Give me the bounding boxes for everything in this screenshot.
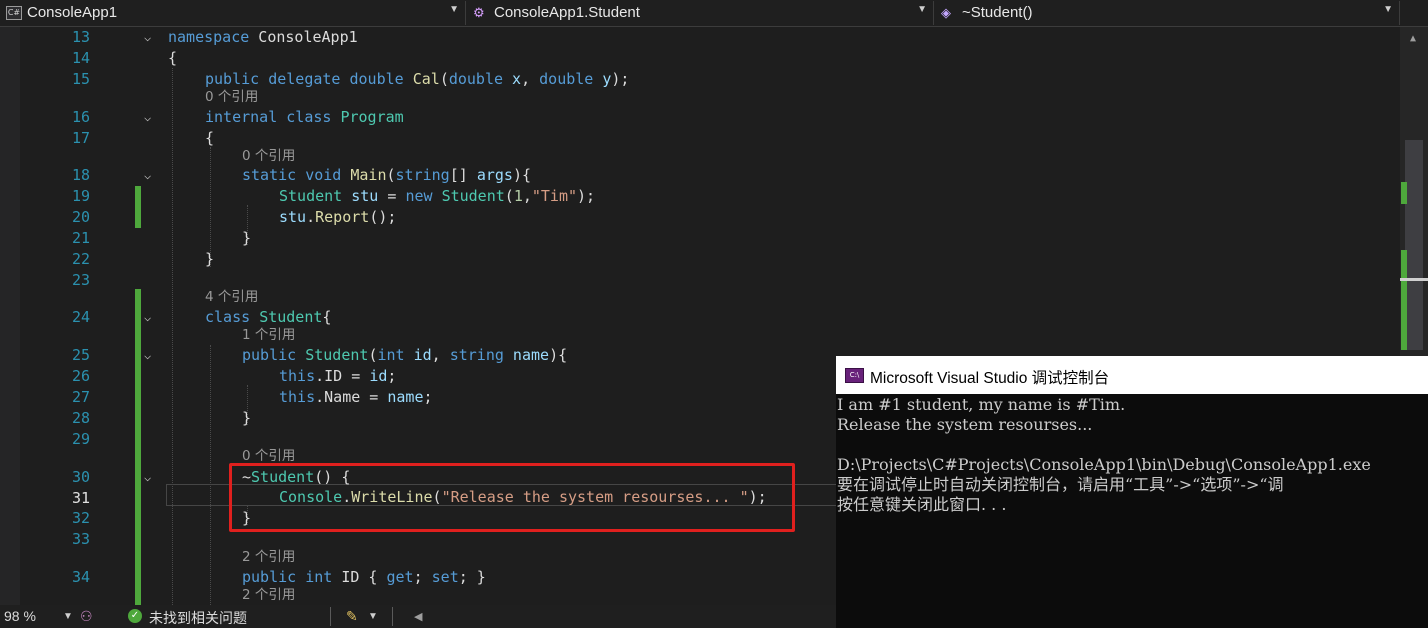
fold-toggle-icon[interactable]: ⌵: [144, 165, 151, 185]
line-number: 23: [71, 271, 90, 289]
check-circle-icon: ✓: [128, 609, 142, 623]
code-line-34: public int ID { get; set; }: [242, 568, 486, 586]
codelens-references[interactable]: 2 个引用: [242, 548, 295, 566]
line-number: 28: [71, 409, 90, 427]
line-number: 16: [71, 108, 90, 126]
indent-guide: [172, 68, 173, 605]
code-line-22: }: [205, 250, 215, 268]
code-line-24: class Student{: [205, 308, 332, 326]
line-number: 21: [71, 229, 90, 247]
line-number: 15: [71, 70, 90, 88]
line-number: 34: [71, 568, 90, 586]
code-line-19: Student stu = new Student(1,"Tim");: [279, 187, 596, 205]
divider: [392, 607, 393, 626]
codelens-references[interactable]: 2 个引用: [242, 586, 295, 604]
scroll-left-arrow-icon[interactable]: ◀: [414, 610, 422, 623]
codelens-references[interactable]: 0 个引用: [242, 147, 295, 165]
line-number: 33: [71, 530, 90, 548]
line-number: 17: [71, 129, 90, 147]
scrollbar-change-mark: [1401, 250, 1407, 350]
chevron-down-icon[interactable]: ▼: [368, 611, 378, 622]
chevron-down-icon: ▼: [1383, 4, 1393, 15]
code-line-25: public Student(int id, string name){: [242, 346, 568, 364]
code-line-18: static void Main(string[] args){: [242, 166, 531, 184]
debug-console-window[interactable]: C:\ Microsoft Visual Studio 调试控制台 I am #…: [836, 356, 1428, 628]
change-indicator: [135, 289, 141, 605]
chevron-down-icon: ▼: [917, 4, 927, 15]
code-line-27: this.Name = name;: [279, 388, 433, 406]
codelens-references[interactable]: 1 个引用: [242, 326, 295, 344]
console-title: Microsoft Visual Studio 调试控制台: [870, 370, 1110, 387]
codelens-references[interactable]: 0 个引用: [205, 88, 258, 106]
issues-status[interactable]: 未找到相关问题: [149, 608, 247, 628]
member-name: ~Student(): [962, 4, 1033, 21]
glyph-margin: [0, 27, 20, 605]
scrollbar-caret-position: [1400, 278, 1428, 281]
fold-toggle-icon[interactable]: ⌵: [144, 307, 151, 327]
console-output-line: Release the system resourses...: [837, 415, 1093, 434]
line-number: 29: [71, 430, 90, 448]
line-number: 24: [71, 308, 90, 326]
console-output-line: 按任意键关闭此窗口. . .: [837, 495, 1007, 514]
codelens-references[interactable]: 4 个引用: [205, 288, 258, 306]
annotation-highlight-box: [229, 463, 795, 532]
scrollbar-change-mark: [1401, 182, 1407, 204]
console-output-line: D:\Projects\C#Projects\ConsoleApp1\bin\D…: [837, 455, 1371, 474]
fold-toggle-icon[interactable]: ⌵: [144, 107, 151, 127]
csharp-project-icon: C#: [6, 6, 22, 20]
line-number: 19: [71, 187, 90, 205]
change-indicator: [135, 186, 141, 228]
line-number: 18: [71, 166, 90, 184]
code-line-21: }: [242, 229, 252, 247]
project-dropdown[interactable]: C# ConsoleApp1 ▼: [0, 1, 466, 25]
navigation-bar: C# ConsoleApp1 ▼ ⚙ ConsoleApp1.Student ▼…: [0, 0, 1428, 27]
chevron-down-icon: ▼: [449, 4, 459, 15]
line-number: 14: [71, 49, 90, 67]
scroll-up-arrow-icon[interactable]: ▲: [1410, 33, 1416, 44]
scrollbar-thumb[interactable]: [1405, 140, 1423, 350]
code-line-16: internal class Program: [205, 108, 404, 126]
line-number: 26: [71, 367, 90, 385]
console-output-line: 要在调试停止时自动关闭控制台，请启用“工具”->“选项”->“调: [837, 475, 1284, 494]
console-app-icon: C:\: [845, 368, 864, 383]
method-icon: ◈: [941, 5, 951, 20]
type-dropdown[interactable]: ⚙ ConsoleApp1.Student ▼: [468, 1, 934, 25]
fold-toggle-icon[interactable]: ⌵: [144, 27, 151, 47]
line-number: 22: [71, 250, 90, 268]
line-number: 25: [71, 346, 90, 364]
zoom-level[interactable]: 98 %: [4, 608, 36, 624]
brush-icon[interactable]: ✎: [346, 608, 358, 625]
line-number: 20: [71, 208, 90, 226]
project-name: ConsoleApp1: [27, 4, 118, 21]
line-number: 13: [71, 28, 90, 46]
code-line-17: {: [205, 129, 215, 147]
code-line-28: }: [242, 409, 252, 427]
line-number: 27: [71, 388, 90, 406]
code-line-14: {: [168, 49, 178, 67]
indent-guide: [210, 345, 211, 605]
copilot-icon[interactable]: ⚇: [80, 608, 93, 625]
console-output-line: I am #1 student, my name is #Tim.: [837, 395, 1126, 414]
line-number-current: 31: [71, 489, 90, 507]
class-icon: ⚙: [473, 5, 485, 20]
fold-toggle-icon[interactable]: ⌵: [144, 467, 151, 487]
line-number: 32: [71, 509, 90, 527]
type-name: ConsoleApp1.Student: [494, 4, 640, 21]
console-titlebar[interactable]: C:\ Microsoft Visual Studio 调试控制台: [836, 356, 1428, 394]
member-dropdown[interactable]: ◈ ~Student() ▼: [936, 1, 1400, 25]
code-line-13: namespace ConsoleApp1: [168, 28, 358, 46]
fold-toggle-icon[interactable]: ⌵: [144, 345, 151, 365]
code-line-20: stu.Report();: [279, 208, 397, 226]
zoom-dropdown-icon[interactable]: ▼: [63, 611, 73, 622]
code-line-15: public delegate double Cal(double x, dou…: [205, 70, 630, 88]
code-line-26: this.ID = id;: [279, 367, 397, 385]
divider: [330, 607, 331, 626]
line-number: 30: [71, 468, 90, 486]
